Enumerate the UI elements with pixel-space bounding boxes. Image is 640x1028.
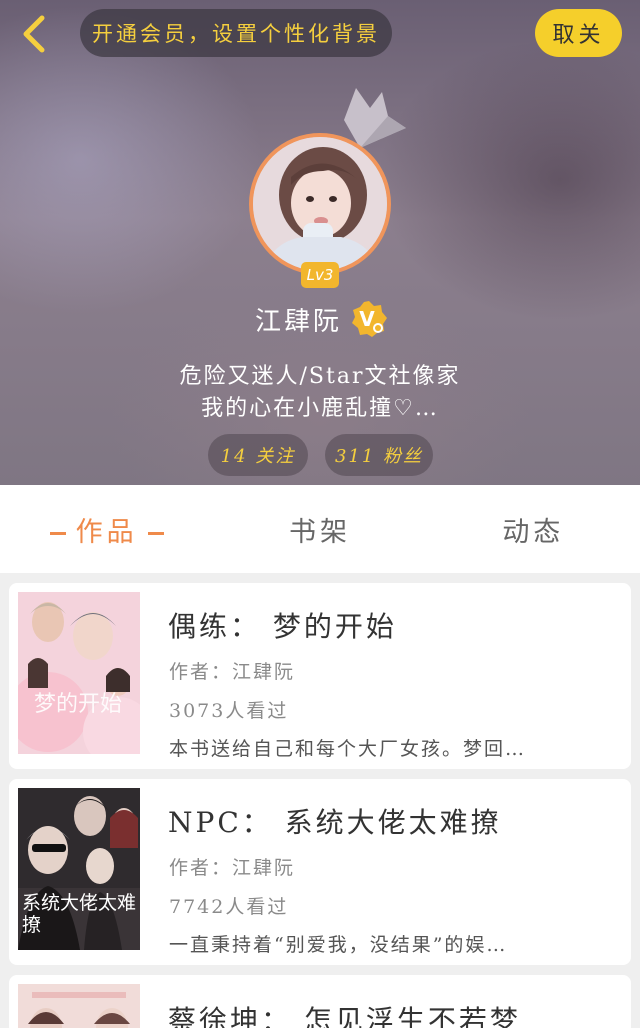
book-description: 一直秉持着“别爱我，没结果”的娱… — [169, 934, 508, 956]
book-description: 本书送给自己和每个大厂女孩。梦回… — [169, 738, 527, 760]
tab-works[interactable]: 作品 — [0, 510, 213, 549]
verified-v-icon: V — [352, 301, 387, 337]
profile-tabs: 作品 书架 动态 — [0, 485, 640, 573]
unfollow-button[interactable]: 取关 — [535, 9, 622, 57]
back-button[interactable] — [16, 12, 56, 56]
membership-banner[interactable]: 开通会员，设置个性化背景 — [80, 9, 392, 57]
book-views: 3073人看过 — [169, 700, 289, 722]
bio-line-1: 危险又迷人/Star文社像家 — [179, 364, 461, 389]
bio-line-2: 我的心在小鹿乱撞♡… — [201, 396, 439, 421]
book-cover-art — [18, 984, 140, 1028]
username: 江肆阮 — [255, 306, 343, 337]
book-author: 作者：江肆阮 — [169, 661, 296, 683]
tab-indicator-left — [49, 531, 66, 535]
book-title[interactable]: 蔡徐坤： 怎见浮生不若梦 — [168, 999, 521, 1028]
tab-indicator-right — [147, 531, 164, 535]
book-card[interactable]: 系统大佬太难撩 NPC： 系统大佬太难撩 作者：江肆阮 7742人看过 一直秉持… — [9, 779, 631, 965]
book-card[interactable]: 梦的开始 偶练： 梦的开始 作者：江肆阮 3073人看过 本书送给自己和每个大厂… — [9, 583, 631, 769]
tab-activity[interactable]: 动态 — [427, 510, 640, 549]
svg-text:V: V — [359, 307, 375, 331]
book-card[interactable]: 蔡徐坤： 怎见浮生不若梦 — [9, 975, 631, 1028]
book-title[interactable]: NPC： 系统大佬太难撩 — [168, 801, 502, 841]
tab-works-label: 作品 — [75, 516, 138, 548]
fans-count[interactable]: 311 粉丝 — [325, 434, 433, 476]
book-cover[interactable]: 梦的开始 — [18, 592, 140, 754]
level-badge: Lv3 — [301, 262, 339, 288]
book-author: 作者：江肆阮 — [169, 857, 296, 879]
following-count[interactable]: 14 关注 — [208, 434, 308, 476]
book-views: 7742人看过 — [169, 896, 289, 918]
book-title[interactable]: 偶练： 梦的开始 — [168, 605, 397, 645]
book-cover-title: 系统大佬太难撩 — [22, 892, 137, 936]
avatar-photo — [253, 137, 387, 271]
chevron-left-icon — [23, 15, 45, 53]
tab-activity-label: 动态 — [502, 516, 565, 548]
avatar[interactable] — [249, 133, 391, 275]
book-cover-title: 梦的开始 — [34, 692, 123, 717]
tab-bookshelf[interactable]: 书架 — [213, 510, 426, 549]
tab-bookshelf-label: 书架 — [288, 516, 351, 548]
book-cover[interactable] — [18, 984, 140, 1028]
book-cover-art — [18, 592, 140, 754]
profile-header: 开通会员，设置个性化背景 取关 Lv3 江肆阮 V 危险又迷人/Star文社像家… — [0, 0, 640, 485]
book-cover[interactable]: 系统大佬太难撩 — [18, 788, 140, 950]
